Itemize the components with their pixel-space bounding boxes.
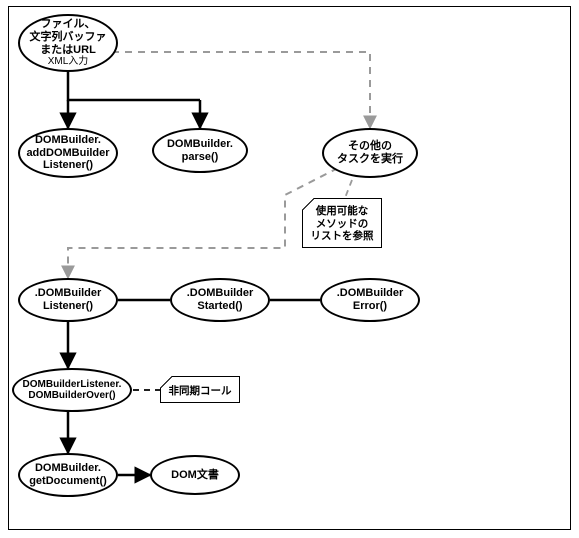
text: DOMBuilder. [167,138,233,151]
text: またはURL [40,44,96,57]
node-other-tasks: その他の タスクを実行 [322,128,418,178]
text: 非同期コール [169,385,232,397]
text: getDocument() [29,475,107,488]
node-dom-doc: DOM文書 [150,455,240,495]
text: Listener() [43,300,93,313]
diagram-border [8,6,571,530]
node-get-document: DOMBuilder. getDocument() [18,453,118,497]
note-methods: 使用可能な メソッドの リストを参照 [302,198,382,248]
diagram-frame: ファイル、 文字列バッファ またはURL XML入力 DOMBuilder. a… [0,0,579,538]
text: Listener() [43,159,93,172]
text: DOMBuilderOver() [28,390,115,402]
text-sub: XML入力 [48,56,89,68]
text: Error() [353,300,387,313]
text: .DOMBuilder [187,287,254,300]
text: .DOMBuilder [35,287,102,300]
text: その他の [348,140,392,153]
node-error: .DOMBuilder Error() [320,278,420,322]
text: 使用可能な [316,205,369,217]
text: メソッドの [316,218,369,230]
text: リストを参照 [311,230,374,242]
text: ファイル、 [41,18,96,31]
text: parse() [182,151,219,164]
text: Started() [197,300,242,313]
text: 文字列バッファ [30,31,107,44]
node-add-listener: DOMBuilder. addDOMBuilder Listener() [18,128,118,178]
text: DOMBuilderListener. [23,379,122,391]
node-start: ファイル、 文字列バッファ またはURL XML入力 [18,14,118,72]
text: .DOMBuilder [337,287,404,300]
node-started: .DOMBuilder Started() [170,278,270,322]
text: タスクを実行 [337,153,403,166]
text: DOMBuilder. [35,134,101,147]
node-listener: .DOMBuilder Listener() [18,278,118,322]
node-over: DOMBuilderListener. DOMBuilderOver() [12,368,132,412]
text: addDOMBuilder [26,147,109,160]
text: DOMBuilder. [35,462,101,475]
node-parse: DOMBuilder. parse() [152,128,248,173]
text: DOM文書 [171,469,219,482]
note-async: 非同期コール [160,376,240,403]
